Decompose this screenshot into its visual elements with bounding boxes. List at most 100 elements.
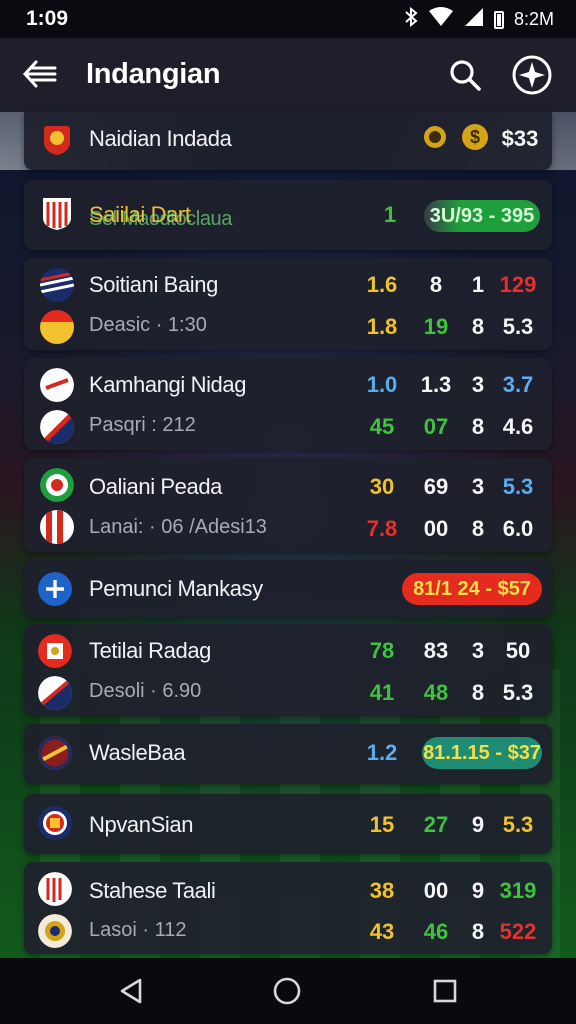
stat-value: 00 — [423, 516, 449, 541]
stat-value: 38 — [369, 878, 395, 903]
match-card[interactable]: Kamhangi Nidag Pasqri : 212 1.0 1.3 3 3.… — [24, 358, 552, 450]
stat-value: 4.6 — [502, 414, 534, 439]
stat-value: 1.6 — [366, 272, 398, 297]
team-name: Naidian Indada — [89, 126, 232, 151]
team-crest-icon — [40, 510, 74, 544]
match-detail: Desoli · 6.90 — [89, 680, 202, 702]
stat-value: 46 — [423, 919, 449, 944]
team-crest-icon — [40, 468, 74, 502]
recents-square-icon[interactable] — [430, 976, 460, 1006]
match-card[interactable]: Soitiani Baing Deasic · 1:30 1.6 8 1 129… — [24, 258, 552, 350]
wifi-icon — [428, 7, 454, 32]
stat-value: 6.0 — [502, 516, 534, 541]
back-arrow-icon[interactable] — [22, 58, 58, 90]
odds-pill[interactable]: 3U/93 - 395 — [424, 200, 540, 232]
stat-value: 15 — [369, 812, 395, 837]
stat-value: 07 — [423, 414, 449, 439]
stat-value: 43 — [369, 919, 395, 944]
team-crest-icon — [40, 410, 74, 444]
match-detail: Deasic · 1:30 — [89, 314, 207, 336]
match-card[interactable]: Naidian Indada $ $33 — [24, 112, 552, 170]
stat-value: 1.3 — [420, 372, 452, 397]
odds-pill-label: 3U/93 - 395 — [429, 204, 535, 227]
search-icon[interactable] — [448, 58, 482, 92]
team-crest-icon — [40, 310, 74, 344]
team-crest-icon — [40, 122, 74, 156]
team-name: Kamhangi Nidag — [89, 372, 247, 397]
stat-value: 00 — [423, 878, 449, 903]
home-circle-icon[interactable] — [272, 976, 302, 1006]
match-detail: Lanai: · 06 /Adesi13 — [89, 516, 267, 538]
odds-pill[interactable]: 81/1 24 - $57 — [402, 573, 542, 605]
team-name: Stahese Taali — [89, 878, 216, 903]
match-card[interactable]: Oaliani Peada Lanai: · 06 /Adesi13 30 69… — [24, 458, 552, 552]
stat-value: 19 — [423, 314, 449, 339]
match-card[interactable]: Stahese Taali Lasoi · 112 38 00 9 319 43… — [24, 862, 552, 954]
signal-icon — [464, 7, 484, 32]
coin-icon — [422, 124, 448, 150]
team-name: Tetilai Radag — [89, 638, 211, 663]
match-card[interactable]: Saiilai Dart Sel Maodtoclaua 1 3U/93 - 3… — [24, 180, 552, 250]
stat-value: 1 — [383, 202, 397, 227]
stat-value: 48 — [423, 680, 449, 705]
odds-pill-label: 81/1 24 - $57 — [413, 577, 531, 600]
compass-icon[interactable] — [512, 55, 552, 95]
stat-value: 8 — [429, 272, 443, 297]
status-time: 1:09 — [26, 7, 69, 30]
team-crest-icon — [38, 634, 72, 668]
stat-value: 50 — [505, 638, 531, 663]
stat-value: 5.3 — [502, 474, 534, 499]
match-card[interactable]: WasleBaa 1.2 81.1.15 - $37 — [24, 724, 552, 784]
team-name: NpvanSian — [89, 812, 194, 837]
stat-value: 3.7 — [502, 372, 534, 397]
team-name: Oaliani Peada — [89, 474, 223, 499]
team-crest-icon — [38, 736, 72, 770]
bluetooth-icon — [404, 6, 418, 32]
team-crest-icon — [38, 872, 72, 906]
team-crest-icon — [40, 268, 74, 302]
match-card[interactable]: Pemunci Mankasy 81/1 24 - $57 — [24, 560, 552, 618]
team-name: Pemunci Mankasy — [89, 576, 263, 601]
team-crest-icon — [38, 806, 72, 840]
dollar-coin-icon: $ — [462, 124, 488, 150]
match-detail: Pasqri : 212 — [89, 414, 196, 436]
odds-pill-label: 81.1.15 - $37 — [423, 741, 541, 764]
status-right-text: 8:2M — [513, 9, 554, 29]
stat-value: 30 — [369, 474, 395, 499]
team-name-overlay: Sel Maodtoclaua — [89, 208, 232, 230]
status-icons: 8:2M — [404, 6, 554, 32]
team-crest-icon — [40, 368, 74, 402]
team-name: WasleBaa — [89, 740, 186, 765]
match-card[interactable]: NpvanSian 15 27 9 5.3 — [24, 794, 552, 854]
battery-icon — [493, 10, 504, 29]
stat-value: 1.8 — [366, 314, 398, 339]
stat-value: 319 — [499, 878, 537, 903]
stat-value: 78 — [369, 638, 395, 663]
stat-value: 129 — [499, 272, 537, 297]
status-bar: 1:09 8:2M — [0, 0, 576, 38]
stat-value: 1.0 — [366, 372, 398, 397]
stat-value: 69 — [423, 474, 449, 499]
team-crest-icon — [38, 676, 72, 710]
match-card[interactable]: Tetilai Radag Desoli · 6.90 78 83 3 50 4… — [24, 624, 552, 716]
back-triangle-icon[interactable] — [116, 976, 146, 1006]
system-nav-bar — [0, 958, 576, 1024]
match-detail: Lasoi · 112 — [89, 919, 187, 941]
stat-value: 5.3 — [502, 812, 534, 837]
team-crest-icon — [38, 914, 72, 948]
dollar-glyph: $ — [469, 127, 480, 147]
stat-value: 41 — [369, 680, 395, 705]
stat-value: 1.2 — [366, 740, 398, 765]
stat-value: $33 — [501, 126, 539, 151]
odds-pill[interactable]: 81.1.15 - $37 — [422, 737, 542, 769]
team-crest-icon — [38, 572, 72, 606]
team-name: Soitiani Baing — [89, 272, 218, 297]
stat-value: 27 — [423, 812, 449, 837]
stat-value: 45 — [369, 414, 395, 439]
stat-value: 7.8 — [366, 516, 398, 541]
stat-value: 83 — [423, 638, 449, 663]
app-bar: Indangian — [0, 38, 576, 112]
stat-value: 522 — [499, 919, 537, 944]
team-crest-icon — [40, 196, 74, 230]
stat-value: 5.3 — [502, 314, 534, 339]
